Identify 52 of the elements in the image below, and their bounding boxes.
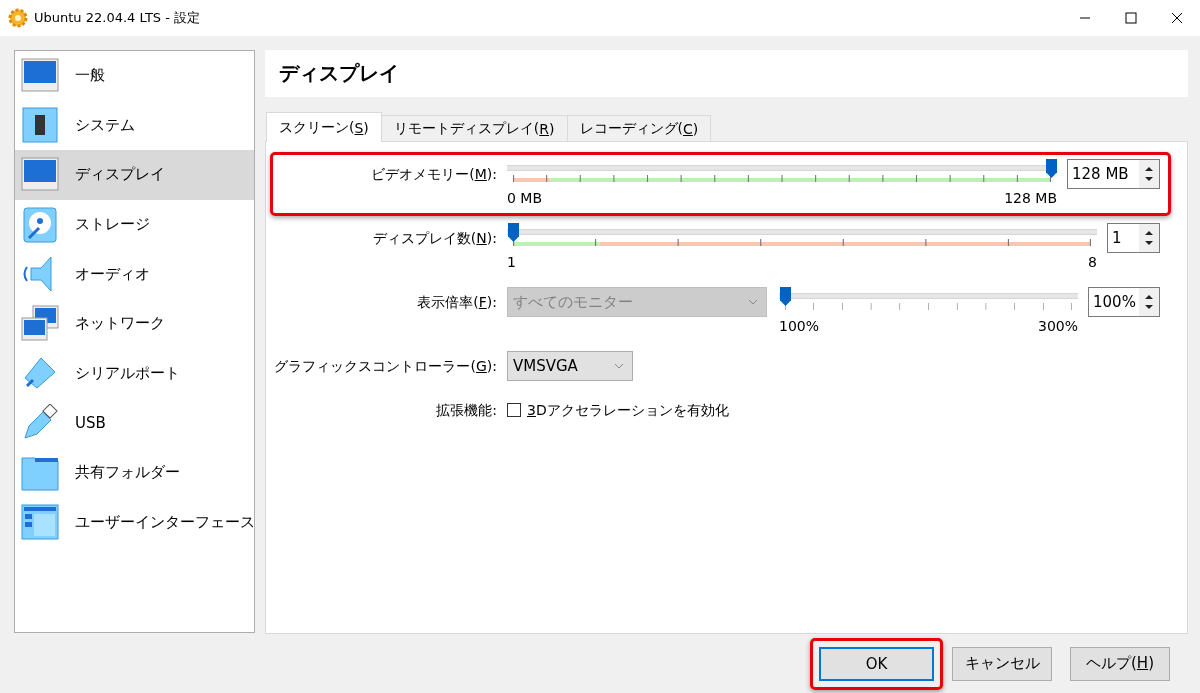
sidebar-item[interactable]: オーディオ	[15, 249, 254, 299]
sidebar-item[interactable]: 共有フォルダー	[15, 447, 254, 498]
field-label: 拡張機能:	[436, 401, 497, 419]
dialog-button[interactable]: ヘルプ(H)	[1070, 646, 1170, 681]
slider[interactable]	[507, 223, 1097, 249]
slider-thumb[interactable]	[780, 287, 791, 306]
tab[interactable]: スクリーン(S)	[266, 112, 382, 142]
usb-plug-icon	[21, 403, 59, 442]
min-label: 1	[507, 253, 516, 272]
max-label: 300%	[1037, 317, 1078, 336]
min-label: 0 MB	[507, 189, 543, 208]
sidebar-item[interactable]: ネットワーク	[15, 298, 254, 349]
chevron-down-icon	[748, 299, 758, 305]
page-title: ディスプレイ	[279, 60, 399, 87]
spin-box[interactable]: 100%	[1088, 287, 1160, 317]
chevron-down-icon	[614, 363, 624, 369]
max-label: 8	[1088, 253, 1097, 272]
slider-thumb[interactable]	[1046, 159, 1057, 178]
chip-icon	[21, 106, 59, 145]
sidebar-item[interactable]: シリアルポート	[15, 348, 254, 399]
monitor-icon	[21, 56, 59, 95]
sidebar-item[interactable]: システム	[15, 100, 254, 151]
field-label: グラフィックスコントローラー(G):	[274, 357, 497, 375]
sidebar-item[interactable]: ストレージ	[15, 199, 254, 250]
dialog-button[interactable]: OK	[819, 646, 934, 681]
network-icon	[21, 304, 59, 343]
sidebar-item[interactable]: USB	[15, 398, 254, 448]
checkbox[interactable]	[507, 403, 521, 417]
spin-arrows-icon[interactable]	[1139, 288, 1159, 316]
min-label: 100%	[779, 317, 820, 336]
gear-icon	[8, 8, 28, 28]
field-label: ビデオメモリー(M):	[371, 165, 497, 183]
window-layout-icon	[21, 503, 59, 542]
spin-arrows-icon[interactable]	[1139, 160, 1159, 188]
dialog-button[interactable]: キャンセル	[952, 646, 1052, 681]
max-label: 128 MB	[1004, 189, 1057, 208]
monitor-icon	[21, 156, 59, 194]
slider-thumb[interactable]	[508, 223, 519, 242]
sidebar-item[interactable]: 一般	[15, 51, 254, 101]
sidebar-item[interactable]: ユーザーインターフェース	[15, 497, 254, 547]
close-icon	[1171, 12, 1183, 24]
tab[interactable]: レコーディング(C)	[566, 115, 712, 142]
spin-box[interactable]: 1	[1107, 223, 1160, 253]
field-label: ディスプレイ数(N):	[372, 229, 497, 247]
maximize-icon	[1125, 12, 1137, 24]
dropdown[interactable]: VMSVGA	[507, 351, 633, 381]
sidebar-item[interactable]: ディスプレイ	[15, 150, 254, 200]
window-title: Ubuntu 22.04.4 LTS - 設定	[34, 9, 202, 27]
checkbox-label[interactable]: 3Dアクセラレーションを有効化	[527, 395, 729, 419]
field-label: 表示倍率(F):	[417, 293, 497, 311]
spin-box[interactable]: 128 MB	[1067, 159, 1160, 189]
spin-arrows-icon[interactable]	[1139, 224, 1159, 252]
